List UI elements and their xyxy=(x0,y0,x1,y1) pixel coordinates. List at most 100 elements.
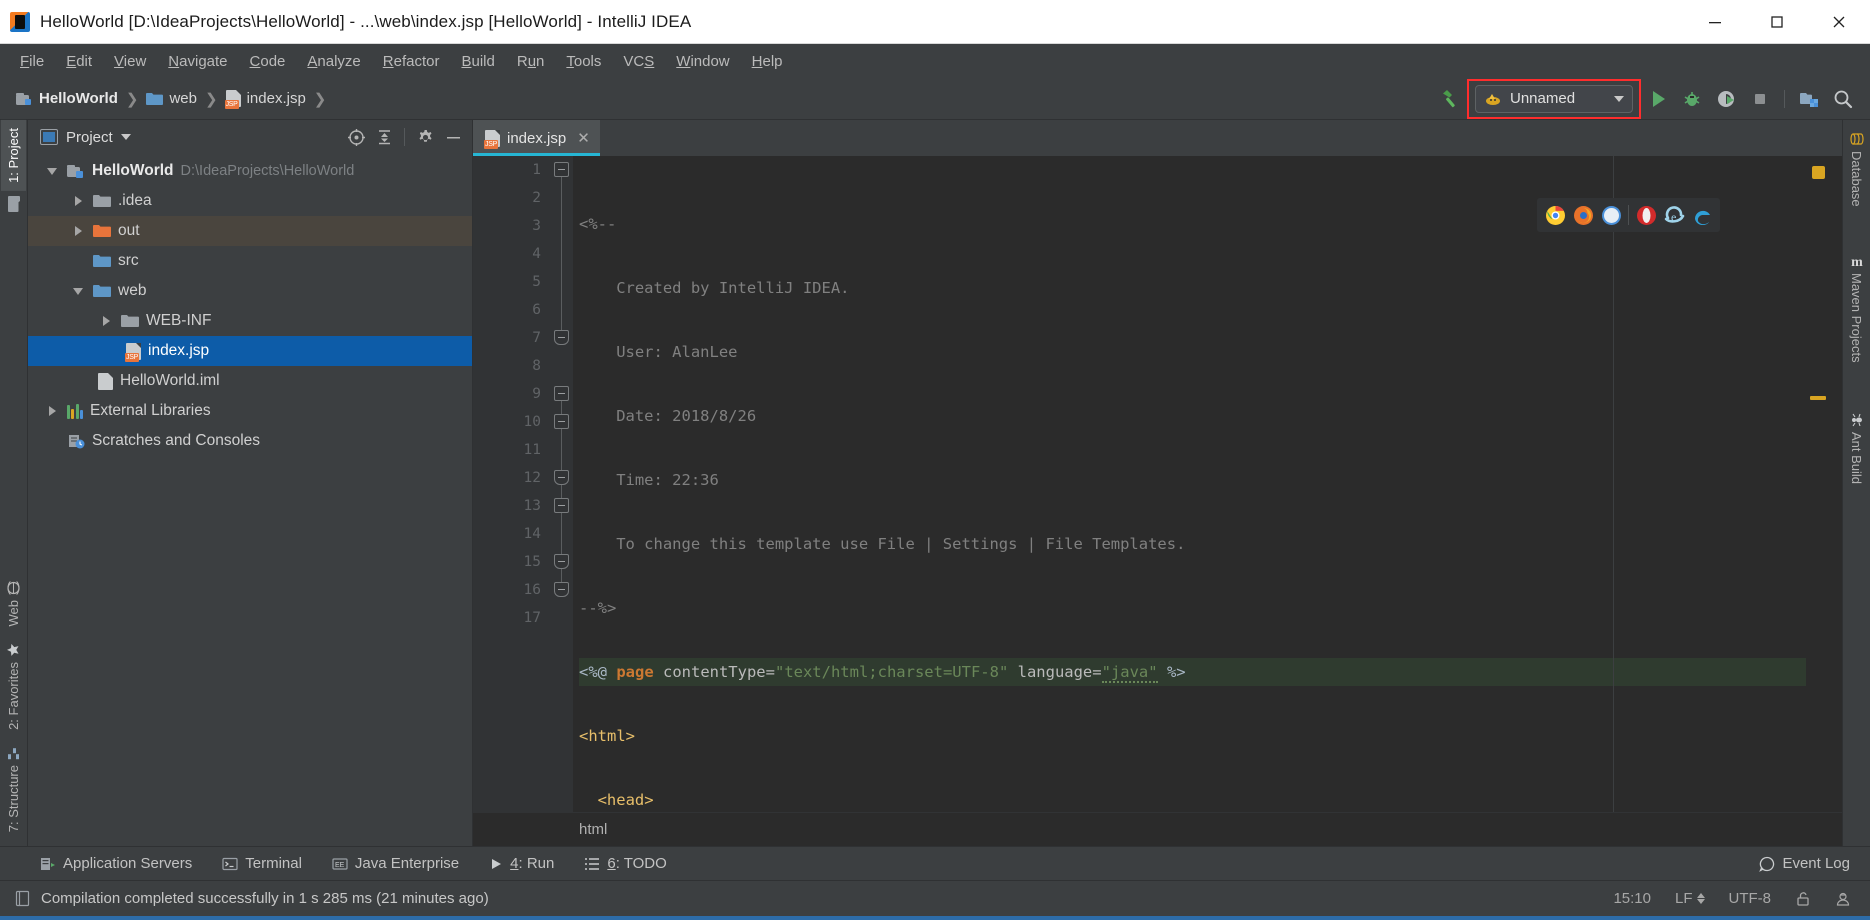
menu-help[interactable]: Help xyxy=(742,49,793,74)
project-structure-button[interactable] xyxy=(1794,84,1824,114)
close-icon[interactable]: ✕ xyxy=(577,129,590,147)
tool-window-application-servers[interactable]: Application Servers xyxy=(34,852,198,875)
minimize-button[interactable] xyxy=(1684,0,1746,43)
run-button[interactable] xyxy=(1643,84,1673,114)
chrome-icon[interactable] xyxy=(1541,201,1569,229)
twisty-collapsed-icon[interactable] xyxy=(44,406,60,416)
project-tree[interactable]: HelloWorld D:\IdeaProjects\HelloWorld .i… xyxy=(28,154,472,846)
editor-gutter[interactable]: 1 2 3 4 5 6 7 8 9 10 11 12 13 14 15 16 1 xyxy=(473,156,551,812)
select-opened-file-button[interactable] xyxy=(343,124,369,150)
tree-item-src[interactable]: src xyxy=(28,246,472,276)
sidebar-item-maven-projects[interactable]: m Maven Projects xyxy=(1844,249,1869,371)
code-comment: Date: 2018/8/26 xyxy=(616,407,757,425)
tool-window-terminal[interactable]: Terminal xyxy=(216,852,308,875)
menu-file[interactable]: File xyxy=(10,49,54,74)
fold-region-comment-icon[interactable] xyxy=(554,162,569,177)
hide-button[interactable] xyxy=(440,124,466,150)
menu-window[interactable]: Window xyxy=(666,49,739,74)
sidebar-item-ant-build[interactable]: Ant Build xyxy=(1844,405,1869,492)
tree-item-scratches-and-consoles[interactable]: Scratches and Consoles xyxy=(28,426,472,456)
fold-region-body-end-icon[interactable] xyxy=(554,554,569,569)
safari-icon[interactable] xyxy=(1597,201,1625,229)
editor-scrollbar[interactable] xyxy=(1828,156,1842,812)
tree-item-web[interactable]: web xyxy=(28,276,472,306)
run-with-coverage-button[interactable] xyxy=(1711,84,1741,114)
chevron-down-icon[interactable] xyxy=(1614,95,1624,102)
tree-item-idea[interactable]: .idea xyxy=(28,186,472,216)
opera-icon[interactable] xyxy=(1632,201,1660,229)
memory-indicator-icon[interactable] xyxy=(14,890,31,907)
chevron-down-icon[interactable] xyxy=(120,134,131,140)
menu-run[interactable]: Run xyxy=(507,49,555,74)
tree-item-external-libraries[interactable]: External Libraries xyxy=(28,396,472,426)
tab-index-jsp[interactable]: JSP index.jsp ✕ xyxy=(473,120,600,156)
fold-region-html-end-icon[interactable] xyxy=(554,582,569,597)
breadcrumb-web[interactable]: web xyxy=(140,88,203,109)
tree-item-helloworld-iml[interactable]: HelloWorld.iml xyxy=(28,366,472,396)
settings-button[interactable] xyxy=(412,124,438,150)
twisty-collapsed-icon[interactable] xyxy=(70,196,86,206)
editor-breadcrumb-html[interactable]: html xyxy=(573,819,613,840)
search-everywhere-button[interactable] xyxy=(1828,84,1858,114)
menu-edit[interactable]: Edit xyxy=(56,49,102,74)
twisty-collapsed-icon[interactable] xyxy=(98,316,114,326)
fold-region-head-icon[interactable] xyxy=(554,414,569,429)
breadcrumb-project[interactable]: HelloWorld xyxy=(10,88,124,109)
menu-build[interactable]: Build xyxy=(451,49,504,74)
menu-tools[interactable]: Tools xyxy=(556,49,611,74)
tree-item-out[interactable]: out xyxy=(28,216,472,246)
project-module-icon xyxy=(16,91,33,106)
menu-analyze[interactable]: Analyze xyxy=(297,49,370,74)
encoding-selector[interactable]: UTF-8 xyxy=(1724,888,1777,909)
event-log-button[interactable]: Event Log xyxy=(1753,852,1856,875)
stop-button[interactable] xyxy=(1745,84,1775,114)
fold-region-head-end-icon[interactable] xyxy=(554,470,569,485)
inspector-icon[interactable] xyxy=(1830,889,1856,909)
tree-item-path: D:\IdeaProjects\HelloWorld xyxy=(180,163,355,179)
sidebar-item-project[interactable]: 1: Project xyxy=(1,120,26,191)
build-hammer-icon[interactable] xyxy=(1435,84,1465,114)
sidebar-item-database[interactable]: Database xyxy=(1844,124,1869,215)
tree-item-label: WEB-INF xyxy=(146,312,212,329)
menu-code[interactable]: Code xyxy=(240,49,296,74)
edge-icon[interactable] xyxy=(1688,201,1716,229)
line-number: 12 xyxy=(523,470,541,486)
menu-vcs[interactable]: VCS xyxy=(613,49,664,74)
editor-code-text[interactable]: <%-- Created by IntelliJ IDEA. User: Ala… xyxy=(573,156,1806,812)
editor-fold-column[interactable] xyxy=(551,156,573,812)
collapse-all-button[interactable] xyxy=(371,124,397,150)
sidebar-item-favorites[interactable]: 2: Favorites xyxy=(1,635,26,738)
line-separator-selector[interactable]: LF xyxy=(1670,888,1710,909)
tool-window-todo[interactable]: 6: TODO xyxy=(578,852,672,875)
sidebar-item-structure[interactable]: 7: Structure xyxy=(1,738,26,840)
line-number: 3 xyxy=(532,218,541,234)
tree-item-index-jsp[interactable]: JSP index.jsp xyxy=(28,336,472,366)
menu-refactor[interactable]: Refactor xyxy=(373,49,450,74)
code-editor[interactable]: 1 2 3 4 5 6 7 8 9 10 11 12 13 14 15 16 1 xyxy=(473,156,1842,812)
fold-region-html-icon[interactable] xyxy=(554,386,569,401)
tool-window-label: 4: Run xyxy=(510,855,555,872)
favorites-rail-label: 2: Favorites xyxy=(6,661,21,730)
line-number: 14 xyxy=(523,526,541,542)
tool-window-java-enterprise[interactable]: EE Java Enterprise xyxy=(326,852,465,875)
menu-navigate[interactable]: Navigate xyxy=(158,49,237,74)
twisty-expanded-icon[interactable] xyxy=(70,287,86,295)
debug-button[interactable] xyxy=(1677,84,1707,114)
twisty-expanded-icon[interactable] xyxy=(44,167,60,175)
tree-item-helloworld[interactable]: HelloWorld D:\IdeaProjects\HelloWorld xyxy=(28,156,472,186)
editor-marker-stripe[interactable] xyxy=(1806,156,1828,812)
ie-icon[interactable]: e xyxy=(1660,201,1688,229)
unlock-icon[interactable] xyxy=(1790,889,1816,909)
fold-region-comment-end-icon[interactable] xyxy=(554,330,569,345)
tool-window-run[interactable]: 4: Run xyxy=(483,852,560,875)
maximize-button[interactable] xyxy=(1746,0,1808,43)
sidebar-item-web[interactable]: Web xyxy=(1,574,26,635)
twisty-collapsed-icon[interactable] xyxy=(70,226,86,236)
close-button[interactable] xyxy=(1808,0,1870,43)
run-configuration-selector[interactable]: Unnamed xyxy=(1475,84,1633,113)
tree-item-web-inf[interactable]: WEB-INF xyxy=(28,306,472,336)
fold-region-body-icon[interactable] xyxy=(554,498,569,513)
firefox-icon[interactable] xyxy=(1569,201,1597,229)
breadcrumb-index-jsp[interactable]: JSP index.jsp xyxy=(220,88,312,109)
menu-view[interactable]: View xyxy=(104,49,156,74)
